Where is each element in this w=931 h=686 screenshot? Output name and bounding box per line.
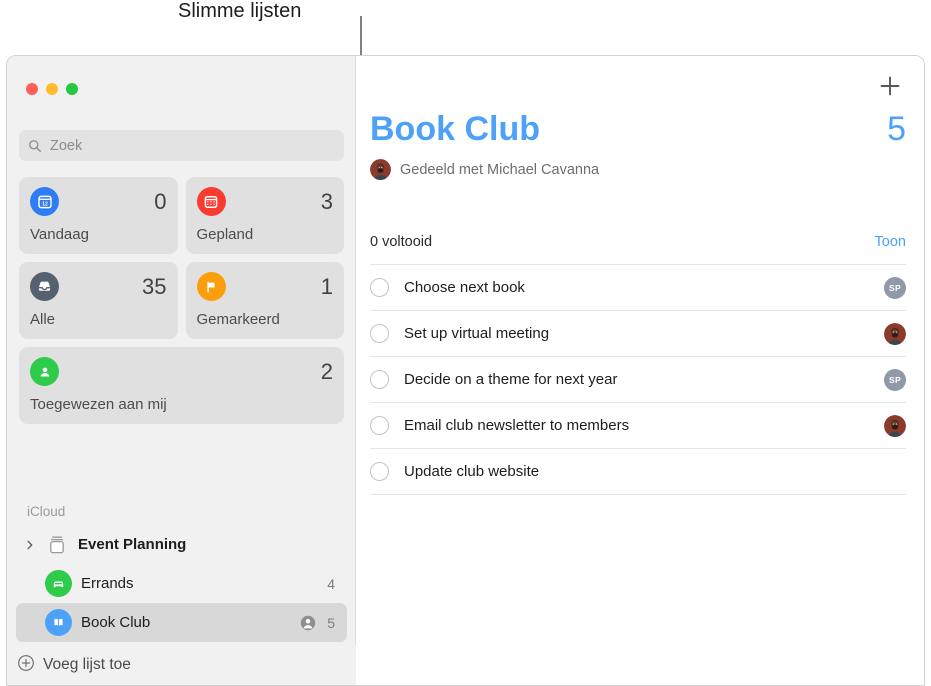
smart-list-count: 35 [142, 273, 167, 299]
chevron-right-icon[interactable] [24, 539, 36, 551]
flag-icon [196, 272, 226, 301]
smart-list-label: Gepland [196, 226, 254, 243]
task-checkbox[interactable] [370, 370, 389, 389]
plus-circle-icon [17, 654, 35, 677]
search-icon [28, 139, 42, 153]
account-header-icloud: iCloud [27, 504, 66, 519]
completed-count-label: 0 voltooid [370, 234, 433, 250]
task-title: Update club website [404, 463, 540, 480]
screenshot-root: Slimme lijsten Zoek 12 0 Vandaag 3 Gepla… [0, 0, 931, 686]
task-title: Email club newsletter to members [404, 417, 630, 434]
smart-lists: 12 0 Vandaag 3 Gepland 35 Alle 1 Gemarke… [19, 177, 344, 424]
search-placeholder: Zoek [50, 137, 83, 154]
task-title: Decide on a theme for next year [404, 371, 618, 388]
completed-row: 0 voltooid Toon [370, 234, 906, 260]
smart-list-count: 2 [320, 358, 333, 384]
smart-list-count: 1 [320, 273, 333, 299]
book-icon [45, 609, 72, 636]
task-checkbox[interactable] [370, 416, 389, 435]
add-reminder-button[interactable] [878, 74, 902, 98]
show-completed-link[interactable]: Toon [875, 234, 906, 250]
list-row-label: Event Planning [78, 536, 187, 553]
task-row[interactable]: Choose next book SP [370, 264, 906, 310]
folder-icon [45, 533, 69, 557]
smart-list-flagged[interactable]: 1 Gemarkeerd [185, 262, 344, 339]
smart-list-count: 3 [320, 188, 333, 214]
detail-header: Book Club 5 Gedeeld met Michael Cavanna [370, 112, 906, 180]
task-assignee-avatar [884, 322, 906, 345]
shared-person-icon [300, 615, 316, 631]
task-row[interactable]: Update club website [370, 448, 906, 495]
detail-pane: Book Club 5 Gedeeld met Michael Cavanna … [356, 56, 924, 685]
smart-list-all[interactable]: 35 Alle [19, 262, 178, 339]
smart-list-today[interactable]: 12 0 Vandaag [19, 177, 178, 254]
shared-with-label: Gedeeld met Michael Cavanna [400, 161, 600, 178]
smart-list-label: Gemarkeerd [196, 311, 280, 328]
shared-info[interactable]: Gedeeld met Michael Cavanna [370, 159, 906, 180]
minimize-button[interactable] [46, 83, 58, 95]
task-title: Choose next book [404, 279, 525, 296]
task-list: Choose next book SP Set up virtual meeti… [370, 264, 906, 495]
smart-list-count: 0 [154, 188, 167, 214]
zoom-button[interactable] [66, 83, 78, 95]
task-row[interactable]: Set up virtual meeting [370, 310, 906, 356]
close-button[interactable] [26, 83, 38, 95]
search-input[interactable]: Zoek [19, 130, 344, 161]
smart-list-label: Vandaag [30, 226, 89, 243]
task-row[interactable]: Email club newsletter to members [370, 402, 906, 448]
task-assignee-avatar [884, 414, 906, 437]
list-row-count: 4 [327, 575, 335, 592]
avatar-initials: SP [884, 368, 906, 391]
list-row-errands[interactable]: Errands 4 [16, 564, 347, 603]
person-icon [30, 357, 59, 386]
today-calendar-icon: 12 [30, 187, 59, 216]
list-row-label: Errands [81, 575, 134, 592]
inbox-tray-icon [30, 272, 59, 301]
scheduled-calendar-icon [196, 187, 226, 216]
annotation-label: Slimme lijsten [178, 0, 302, 22]
sidebar: Zoek 12 0 Vandaag 3 Gepland 35 Alle 1 Ge… [7, 56, 356, 685]
list-row-book-club[interactable]: Book Club 5 [16, 603, 347, 642]
avatar-initials: SP [884, 276, 906, 299]
task-assignee-avatar: SP [884, 368, 906, 391]
window-controls [26, 83, 78, 95]
list-row-label: Book Club [81, 614, 151, 631]
task-checkbox[interactable] [370, 278, 389, 297]
task-checkbox[interactable] [370, 462, 389, 481]
page-title: Book Club [370, 110, 540, 148]
smart-list-scheduled[interactable]: 3 Gepland [185, 177, 344, 254]
car-icon [45, 570, 72, 597]
list-total-count: 5 [887, 110, 906, 148]
reminders-window: Zoek 12 0 Vandaag 3 Gepland 35 Alle 1 Ge… [6, 55, 925, 686]
task-assignee-avatar: SP [884, 276, 906, 299]
smart-list-assigned-to-me[interactable]: 2 Toegewezen aan mij [19, 347, 344, 424]
list-row-count: 5 [327, 614, 335, 631]
avatar [370, 159, 391, 180]
svg-text:12: 12 [42, 201, 48, 207]
smart-list-label: Alle [30, 311, 56, 328]
task-checkbox[interactable] [370, 324, 389, 343]
list-row-event-planning[interactable]: Event Planning [16, 525, 347, 564]
task-row[interactable]: Decide on a theme for next year SP [370, 356, 906, 402]
smart-list-label: Toegewezen aan mij [30, 396, 167, 413]
add-list-label: Voeg lijst toe [43, 656, 131, 673]
add-list-button[interactable]: Voeg lijst toe [7, 645, 356, 685]
task-title: Set up virtual meeting [404, 325, 550, 342]
